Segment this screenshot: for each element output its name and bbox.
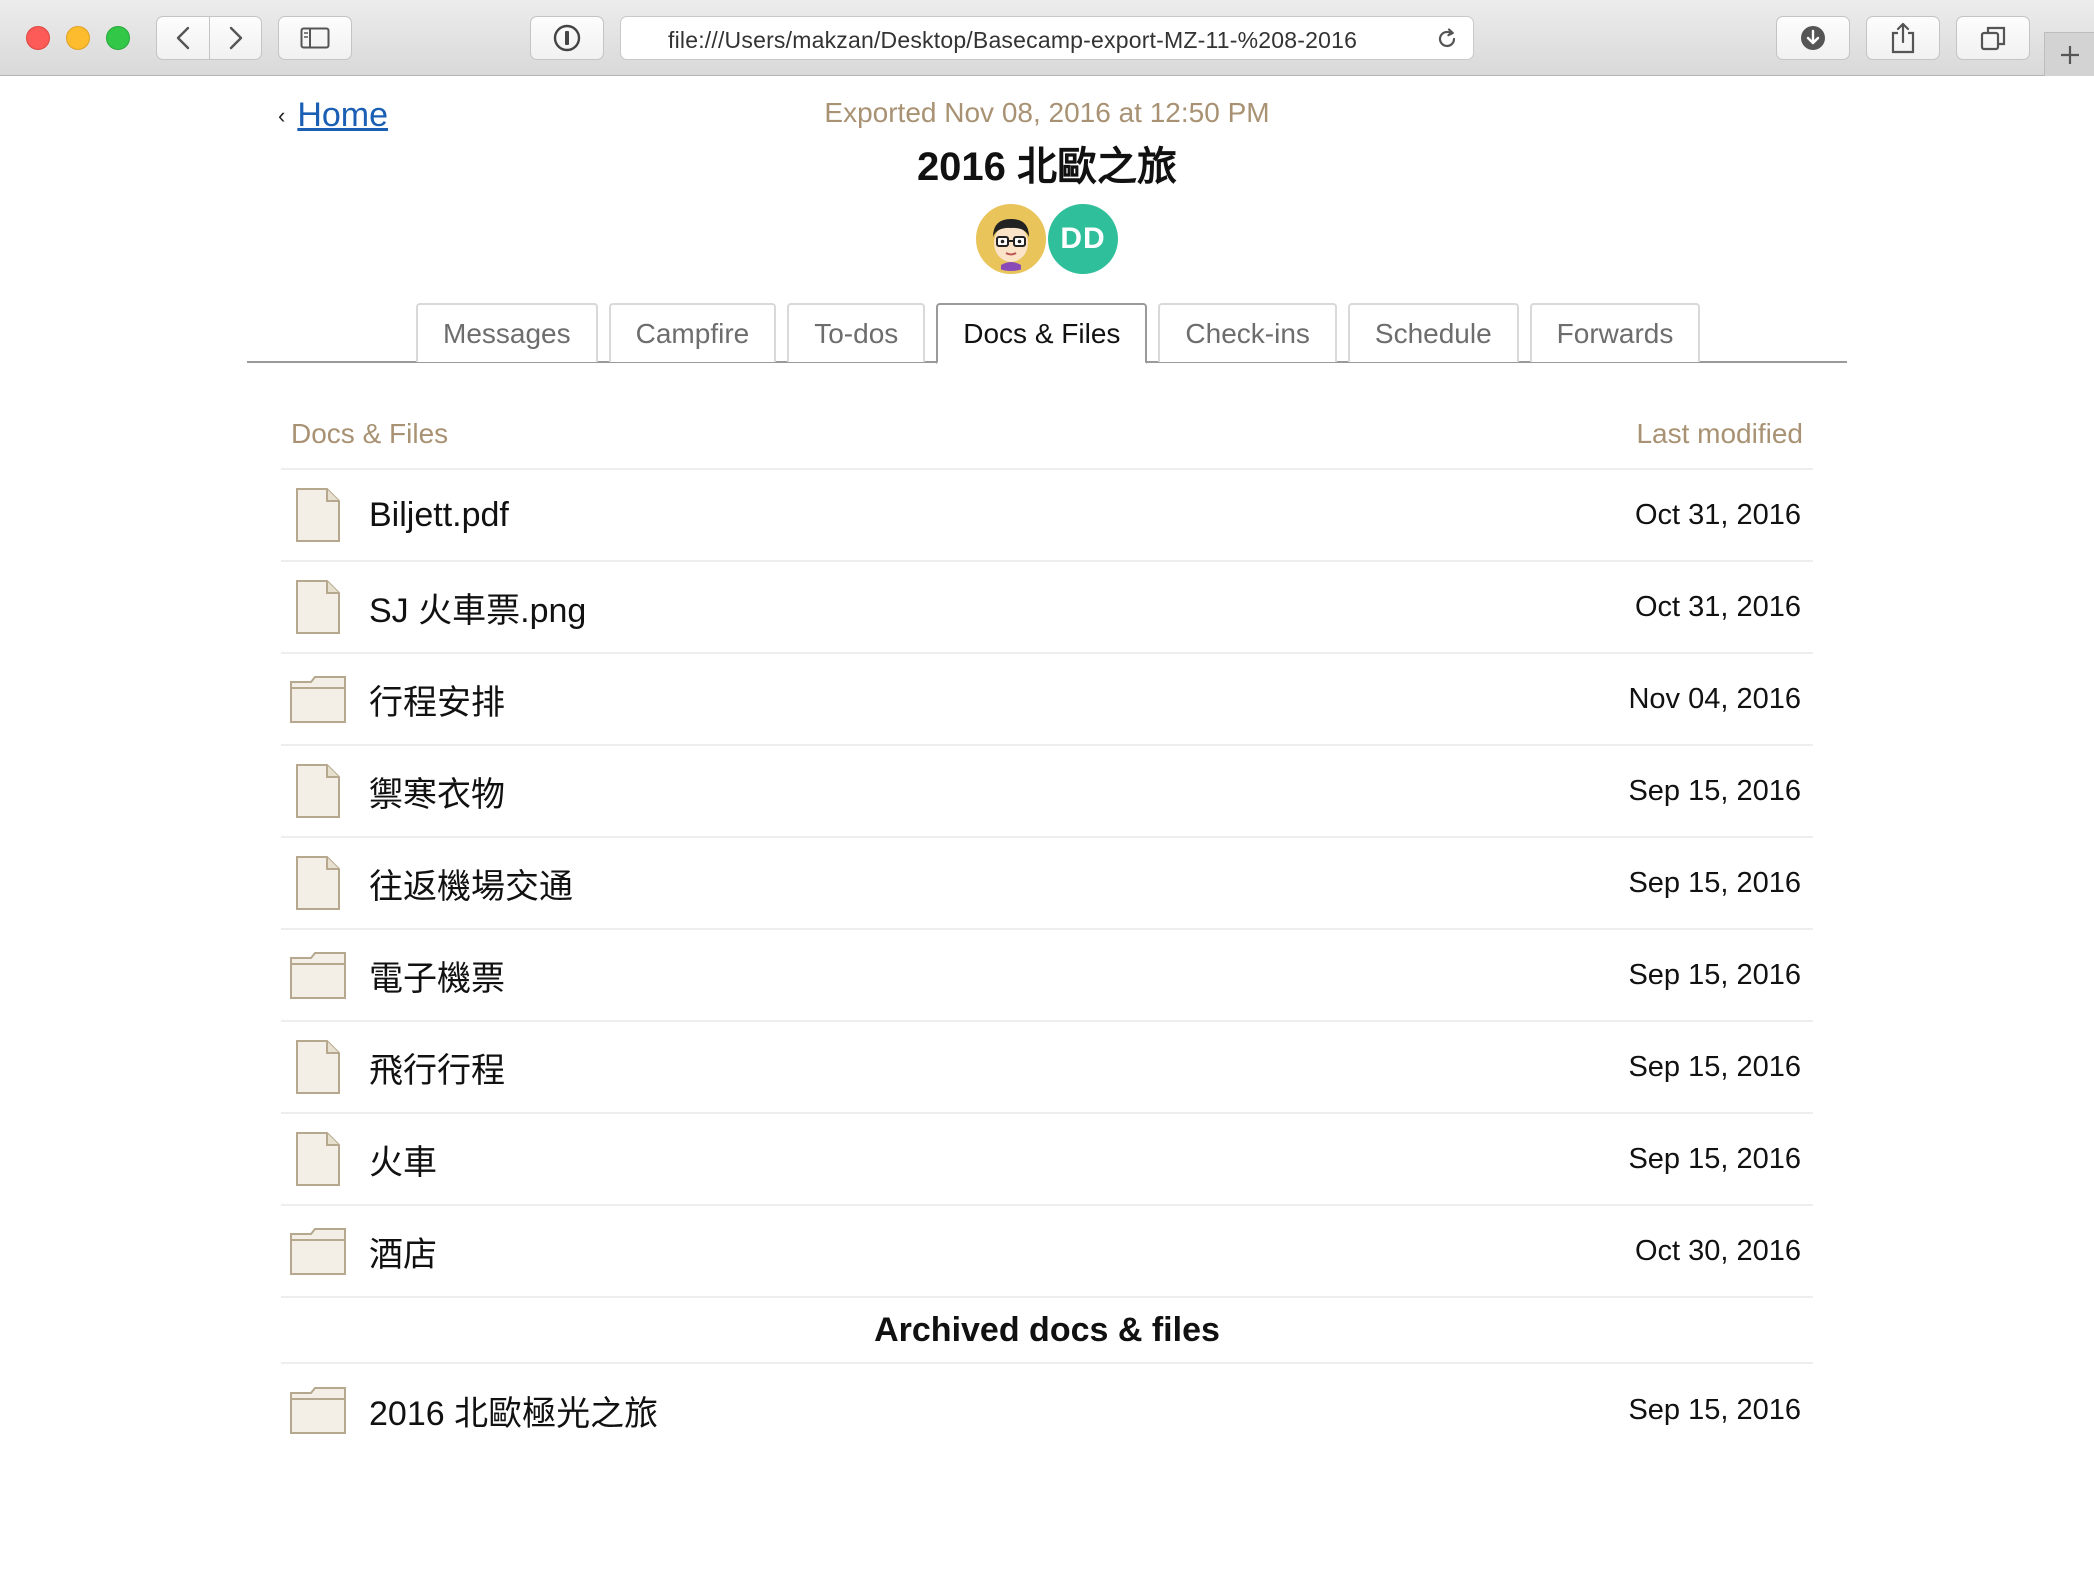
tab-todos[interactable]: To-dos bbox=[787, 303, 926, 362]
avatar-user[interactable] bbox=[976, 204, 1046, 274]
downloads-button[interactable] bbox=[1776, 16, 1850, 60]
project-tabs: Messages Campfire To-dos Docs & Files Ch… bbox=[416, 303, 1711, 364]
item-name: SJ 火車票.png bbox=[369, 591, 587, 630]
list-item[interactable]: 酒店 Oct 30, 2016 bbox=[281, 1206, 1813, 1298]
share-button[interactable] bbox=[1866, 16, 1940, 60]
item-name: 行程安排 bbox=[369, 683, 505, 722]
item-date: Oct 31, 2016 bbox=[1634, 498, 1801, 531]
tab-campfire[interactable]: Campfire bbox=[608, 303, 777, 362]
plus-icon bbox=[2060, 45, 2079, 64]
item-name: Biljett.pdf bbox=[369, 495, 509, 534]
item-date: Oct 31, 2016 bbox=[1634, 590, 1801, 623]
sidebar-icon bbox=[300, 27, 330, 49]
item-name: 禦寒衣物 bbox=[369, 775, 505, 814]
tab-docs-files[interactable]: Docs & Files bbox=[936, 303, 1148, 364]
export-timestamp: Exported Nov 08, 2016 at 12:50 PM bbox=[824, 97, 1270, 128]
item-date: Sep 15, 2016 bbox=[1628, 1142, 1801, 1175]
list-item[interactable]: 電子機票 Sep 15, 2016 bbox=[281, 930, 1813, 1022]
tab-overview-button[interactable] bbox=[1956, 16, 2030, 60]
folder-icon bbox=[281, 950, 355, 1000]
chevron-right-icon bbox=[229, 26, 242, 50]
back-button[interactable] bbox=[157, 17, 209, 59]
sidebar-toggle-button[interactable] bbox=[278, 16, 352, 60]
list-item[interactable]: 往返機場交通 Sep 15, 2016 bbox=[281, 838, 1813, 930]
tab-schedule[interactable]: Schedule bbox=[1347, 303, 1519, 362]
column-header-last-modified: Last modified bbox=[1636, 418, 1803, 449]
archived-section-title: Archived docs & files bbox=[281, 1298, 1813, 1364]
document-icon bbox=[281, 579, 355, 635]
document-icon bbox=[281, 855, 355, 911]
tabs-icon bbox=[1980, 26, 2006, 51]
document-icon bbox=[281, 763, 355, 819]
new-tab-button[interactable] bbox=[2044, 32, 2094, 76]
folder-icon bbox=[281, 1226, 355, 1276]
docs-files-list: Docs & Files Last modified Biljett.pdf O… bbox=[281, 400, 1813, 1456]
document-icon bbox=[281, 1039, 355, 1095]
close-window-button[interactable] bbox=[26, 26, 50, 50]
history-nav bbox=[156, 16, 262, 60]
item-date: Nov 04, 2016 bbox=[1628, 682, 1801, 715]
minimize-window-button[interactable] bbox=[66, 26, 90, 50]
address-bar[interactable]: file:///Users/makzan/Desktop/Basecamp-ex… bbox=[620, 16, 1474, 60]
list-item[interactable]: SJ 火車票.png Oct 31, 2016 bbox=[281, 562, 1813, 654]
item-name: 酒店 bbox=[369, 1235, 437, 1274]
chevron-left-icon bbox=[176, 26, 190, 50]
tab-forwards[interactable]: Forwards bbox=[1529, 303, 1701, 362]
list-item[interactable]: 行程安排 Nov 04, 2016 bbox=[281, 654, 1813, 746]
tab-check-ins[interactable]: Check-ins bbox=[1158, 303, 1337, 362]
list-item[interactable]: 禦寒衣物 Sep 15, 2016 bbox=[281, 746, 1813, 838]
folder-icon bbox=[281, 674, 355, 724]
url-text: file:///Users/makzan/Desktop/Basecamp-ex… bbox=[668, 27, 1358, 53]
list-item[interactable]: 火車 Sep 15, 2016 bbox=[281, 1114, 1813, 1206]
item-name: 往返機場交通 bbox=[369, 867, 573, 906]
password-manager-button[interactable] bbox=[530, 16, 604, 60]
share-icon bbox=[1891, 22, 1915, 54]
column-header-name: Docs & Files bbox=[291, 418, 449, 449]
item-name: 飛行行程 bbox=[369, 1051, 505, 1090]
item-date: Sep 15, 2016 bbox=[1628, 1393, 1801, 1426]
item-name: 電子機票 bbox=[369, 959, 505, 998]
reload-icon[interactable] bbox=[1435, 27, 1459, 56]
project-title: 2016 北歐之旅 bbox=[916, 145, 1178, 189]
item-name: 2016 北歐極光之旅 bbox=[369, 1394, 659, 1433]
document-icon bbox=[281, 487, 355, 543]
avatar-initials[interactable]: DD bbox=[1048, 204, 1118, 274]
list-item[interactable]: 2016 北歐極光之旅 Sep 15, 2016 bbox=[281, 1364, 1813, 1456]
item-date: Sep 15, 2016 bbox=[1628, 1050, 1801, 1083]
tab-messages[interactable]: Messages bbox=[416, 303, 598, 362]
item-date: Sep 15, 2016 bbox=[1628, 774, 1801, 807]
forward-button[interactable] bbox=[209, 17, 261, 59]
item-date: Oct 30, 2016 bbox=[1634, 1234, 1801, 1267]
cartoon-face-avatar-icon bbox=[979, 207, 1043, 271]
avatar-initials-text: DD bbox=[1060, 222, 1106, 255]
item-name: 火車 bbox=[369, 1143, 437, 1182]
item-date: Sep 15, 2016 bbox=[1628, 958, 1801, 991]
zoom-window-button[interactable] bbox=[106, 26, 130, 50]
list-item[interactable]: Biljett.pdf Oct 31, 2016 bbox=[281, 470, 1813, 562]
list-item[interactable]: 飛行行程 Sep 15, 2016 bbox=[281, 1022, 1813, 1114]
info-key-icon bbox=[553, 24, 581, 52]
folder-icon bbox=[281, 1385, 355, 1435]
people-avatars: DD bbox=[976, 204, 1120, 274]
item-date: Sep 15, 2016 bbox=[1628, 866, 1801, 899]
browser-toolbar: file:///Users/makzan/Desktop/Basecamp-ex… bbox=[0, 0, 2094, 76]
download-icon bbox=[1801, 26, 1825, 50]
list-header: Docs & Files Last modified bbox=[281, 400, 1813, 470]
document-icon bbox=[281, 1131, 355, 1187]
